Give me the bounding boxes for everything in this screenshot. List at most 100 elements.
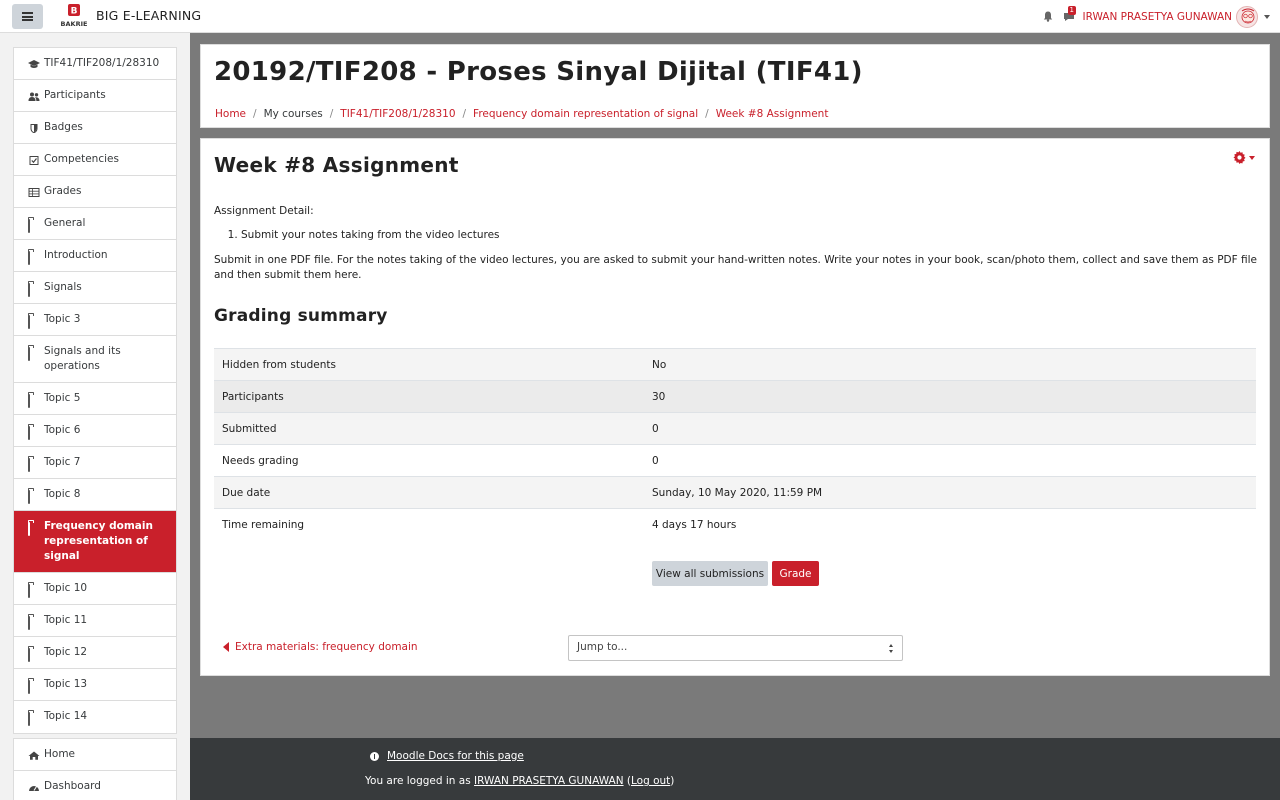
messages-icon[interactable]: 1 xyxy=(1063,6,1076,22)
folder-icon xyxy=(28,315,40,329)
sidebar-item-label: Signals xyxy=(44,281,82,293)
activity-actions-menu[interactable] xyxy=(1233,151,1255,164)
folder-icon xyxy=(28,616,40,630)
grading-summary-heading: Grading summary xyxy=(214,306,388,326)
breadcrumb-item[interactable]: Frequency domain representation of signa… xyxy=(473,108,698,120)
sidebar-item-label: Topic 3 xyxy=(44,313,81,325)
site-name[interactable]: BIG E-LEARNING xyxy=(96,8,201,23)
breadcrumb-item[interactable]: Week #8 Assignment xyxy=(716,108,829,120)
drawer-toggle-button[interactable] xyxy=(12,4,43,29)
sidebar-item-topic-7[interactable]: Topic 7 xyxy=(14,447,176,479)
grade-button[interactable]: Grade xyxy=(772,561,819,586)
grading-row-value: 30 xyxy=(644,380,1256,413)
sidebar-item-topic-8[interactable]: Topic 8 xyxy=(14,479,176,511)
user-nav: 1 IRWAN PRASETYA GUNAWAN xyxy=(1043,0,1270,33)
sidebar-item-introduction[interactable]: Introduction xyxy=(14,240,176,272)
folder-icon xyxy=(28,584,40,598)
sidebar-item-topic-10[interactable]: Topic 10 xyxy=(14,573,176,605)
page-footer: Moodle Docs for this page You are logged… xyxy=(190,738,1280,800)
sidebar-item-topic-5[interactable]: Topic 5 xyxy=(14,383,176,415)
breadcrumb-separator: / xyxy=(329,108,334,120)
footer-user-link[interactable]: IRWAN PRASETYA GUNAWAN xyxy=(474,775,624,787)
sidebar-item-label: Badges xyxy=(44,121,83,133)
sidebar-item-label: Topic 5 xyxy=(44,392,81,404)
grading-row-label: Hidden from students xyxy=(214,348,644,381)
jump-to-placeholder: Jump to... xyxy=(577,641,628,653)
dashboard-icon xyxy=(28,782,40,791)
sidebar-item-grades[interactable]: Grades xyxy=(14,176,176,208)
breadcrumb-item[interactable]: TIF41/TIF208/1/28310 xyxy=(340,108,455,120)
sidebar-item-signals-and-its-operations[interactable]: Signals and its operations xyxy=(14,336,176,383)
grading-row-value: 0 xyxy=(644,444,1256,477)
grading-row-label: Submitted xyxy=(214,412,644,445)
moodle-docs: Moodle Docs for this page xyxy=(370,750,524,762)
avatar[interactable] xyxy=(1236,5,1258,28)
sidebar-item-label: Topic 8 xyxy=(44,488,81,500)
site-logo[interactable]: B BAKRIE xyxy=(57,4,91,28)
folder-icon xyxy=(28,283,40,297)
sidebar-item-signals[interactable]: Signals xyxy=(14,272,176,304)
breadcrumb-item: My courses xyxy=(263,108,323,120)
svg-text:B: B xyxy=(71,7,78,17)
moodle-docs-link[interactable]: Moodle Docs for this page xyxy=(387,750,524,762)
chevron-down-icon[interactable] xyxy=(1264,14,1270,19)
sidebar-item-topic-6[interactable]: Topic 6 xyxy=(14,415,176,447)
sidebar-item-tif41-tif208-1-28310[interactable]: TIF41/TIF208/1/28310 xyxy=(14,48,176,80)
view-all-submissions-button[interactable]: View all submissions xyxy=(652,561,768,586)
sidebar-item-label: Topic 12 xyxy=(44,646,88,658)
folder-icon xyxy=(28,347,40,361)
sidebar-item-topic-14[interactable]: Topic 14 xyxy=(14,701,176,733)
sidebar-item-label: Signals and its operations xyxy=(44,345,121,372)
page-header: 20192/TIF208 - Proses Sinyal Dijital (TI… xyxy=(200,44,1270,128)
table-icon xyxy=(28,187,40,197)
folder-icon xyxy=(28,426,40,440)
table-row: Due date Sunday, 10 May 2020, 11:59 PM xyxy=(214,476,1256,509)
arrow-left-icon xyxy=(223,642,229,652)
sidebar-item-label: Topic 10 xyxy=(44,582,88,594)
logout-link[interactable]: Log out xyxy=(631,775,670,787)
breadcrumb-separator: / xyxy=(253,108,257,120)
logout-close-paren: ) xyxy=(670,775,675,787)
sidebar-item-home[interactable]: Home xyxy=(14,739,176,771)
bell-icon[interactable] xyxy=(1043,11,1053,22)
page-title: 20192/TIF208 - Proses Sinyal Dijital (TI… xyxy=(214,57,863,87)
sidebar-item-topic-12[interactable]: Topic 12 xyxy=(14,637,176,669)
user-menu-name[interactable]: IRWAN PRASETYA GUNAWAN xyxy=(1083,11,1233,23)
sidebar-item-dashboard[interactable]: Dashboard xyxy=(14,771,176,800)
folder-icon xyxy=(28,712,40,726)
course-nav: TIF41/TIF208/1/28310 Participants Badges Co… xyxy=(13,47,177,734)
sidebar-item-badges[interactable]: Badges xyxy=(14,112,176,144)
breadcrumb-item[interactable]: Home xyxy=(215,108,246,120)
sidebar-item-label: Competencies xyxy=(44,153,119,165)
sidebar-item-label: General xyxy=(44,217,86,229)
sidebar-item-topic-11[interactable]: Topic 11 xyxy=(14,605,176,637)
folder-icon xyxy=(28,522,40,536)
jump-to-select[interactable]: Jump to... xyxy=(568,635,903,661)
sidebar-item-general[interactable]: General xyxy=(14,208,176,240)
table-row: Needs grading 0 xyxy=(214,444,1256,477)
sidebar-item-label: Introduction xyxy=(44,249,108,261)
folder-icon xyxy=(28,394,40,408)
sidebar-item-label: Topic 11 xyxy=(44,614,88,626)
grading-row-value: 0 xyxy=(644,412,1256,445)
sidebar-item-topic-13[interactable]: Topic 13 xyxy=(14,669,176,701)
grading-row-label: Due date xyxy=(214,476,644,509)
nav-drawer: TIF41/TIF208/1/28310 Participants Badges Co… xyxy=(0,33,190,800)
menu-icon xyxy=(22,12,33,21)
previous-activity-link[interactable]: Extra materials: frequency domain xyxy=(223,641,418,653)
table-row: Submitted 0 xyxy=(214,412,1256,445)
sidebar-item-participants[interactable]: Participants xyxy=(14,80,176,112)
breadcrumb: Home / My courses / TIF41/TIF208/1/28310 / Fre… xyxy=(215,108,828,120)
table-row: Hidden from students No xyxy=(214,348,1256,381)
sidebar-item-topic-3[interactable]: Topic 3 xyxy=(14,304,176,336)
sidebar-item-competencies[interactable]: Competencies xyxy=(14,144,176,176)
grading-row-label: Participants xyxy=(214,380,644,413)
breadcrumb-separator: / xyxy=(462,108,467,120)
assignment-title: Week #8 Assignment xyxy=(214,153,459,177)
table-row: Time remaining 4 days 17 hours xyxy=(214,508,1256,541)
sidebar-item-label: Topic 14 xyxy=(44,710,88,722)
list-item: Submit your notes taking from the video … xyxy=(241,228,1259,243)
sidebar-item-frequency-domain-representation-of-signal[interactable]: Frequency domain representation of signa… xyxy=(14,511,176,573)
table-row: Participants 30 xyxy=(214,380,1256,413)
sidebar-item-label: TIF41/TIF208/1/28310 xyxy=(44,57,160,69)
